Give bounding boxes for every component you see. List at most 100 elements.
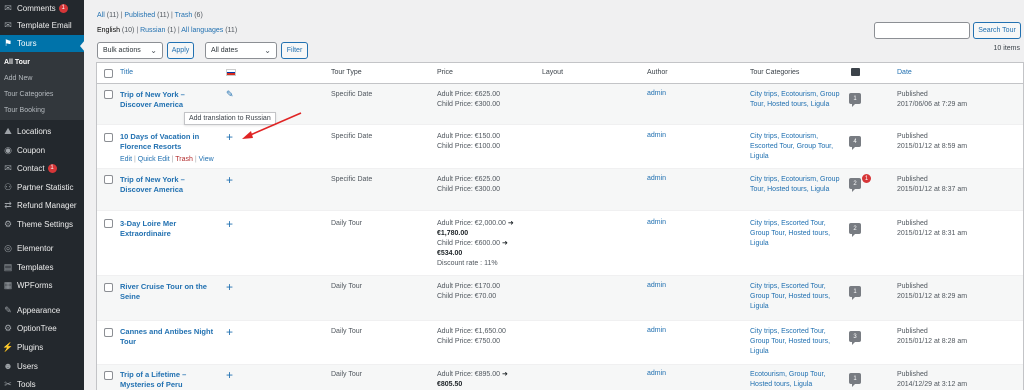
bulk-actions-select[interactable]: Bulk actions ⌄ bbox=[97, 42, 163, 59]
lang-russian-link[interactable]: Russian (1) bbox=[140, 27, 176, 34]
row-action-trash[interactable]: Trash bbox=[175, 156, 193, 163]
date-value: 2017/06/06 at 7:29 am bbox=[897, 101, 968, 108]
filter-published-link[interactable]: Published (11) bbox=[124, 12, 169, 19]
submenu-tour-categories[interactable]: Tour Categories bbox=[4, 91, 53, 98]
sidebar-item-plugins[interactable]: ⚡ Plugins bbox=[0, 339, 84, 356]
add-translation-plus-icon[interactable]: + bbox=[226, 281, 233, 293]
table-header: Title Tour Type Price Layout Author Tour… bbox=[97, 63, 1023, 84]
row-checkbox[interactable] bbox=[104, 328, 113, 337]
filter-trash-link[interactable]: Trash (6) bbox=[175, 12, 203, 19]
sidebar-item-partner-statistic[interactable]: ⚇ Partner Statistic bbox=[0, 179, 84, 196]
sidebar-item-tools[interactable]: ✂ Tools bbox=[0, 376, 84, 390]
add-translation-plus-icon[interactable]: + bbox=[226, 369, 233, 381]
category-link[interactable]: Tour, Hosted tours, Ligula bbox=[750, 101, 829, 108]
filter-button[interactable]: Filter bbox=[281, 42, 308, 59]
sidebar-item-template-email[interactable]: ✉ Template Email bbox=[0, 17, 84, 34]
author-link[interactable]: admin bbox=[647, 370, 666, 377]
sidebar-item-users[interactable]: ☻ Users bbox=[0, 358, 84, 375]
category-link[interactable]: City trips, Escorted Tour, bbox=[750, 283, 826, 290]
edit-translation-icon[interactable]: ✎ bbox=[226, 89, 234, 100]
sidebar-item-comments[interactable]: ✉ Comments 1 bbox=[0, 0, 84, 17]
submenu-add-new[interactable]: Add New bbox=[4, 75, 32, 82]
row-checkbox[interactable] bbox=[104, 283, 113, 292]
row-action-view[interactable]: View bbox=[199, 156, 214, 163]
category-link[interactable]: Tour, Hosted tours, Ligula bbox=[750, 186, 829, 193]
category-link[interactable]: Ligula bbox=[750, 303, 769, 310]
tour-title-link[interactable]: 10 Days of Vacation in Florence Resorts bbox=[120, 132, 199, 152]
lang-all-link[interactable]: All languages (11) bbox=[181, 27, 237, 34]
category-link[interactable]: City trips, Escorted Tour, bbox=[750, 220, 826, 227]
sidebar-item-tours[interactable]: ⚑ Tours bbox=[0, 35, 84, 52]
sidebar-item-elementor[interactable]: ◎ Elementor bbox=[0, 240, 84, 257]
submenu-tour-booking[interactable]: Tour Booking bbox=[4, 107, 45, 114]
category-link[interactable]: City trips, Ecotourism, Group bbox=[750, 91, 839, 98]
add-translation-plus-icon[interactable]: + bbox=[226, 174, 233, 186]
column-title[interactable]: Title bbox=[120, 69, 133, 76]
search-input[interactable] bbox=[874, 22, 970, 39]
search-tour-button[interactable]: Search Tour bbox=[973, 22, 1021, 39]
tour-title-link[interactable]: Trip of a Lifetime – Mysteries of Peru bbox=[120, 370, 186, 390]
sidebar-item-theme-settings[interactable]: ⚙ Theme Settings bbox=[0, 216, 84, 233]
submenu-all-tour[interactable]: All Tour bbox=[4, 59, 30, 66]
row-checkbox[interactable] bbox=[104, 133, 113, 142]
comment-count-bubble[interactable]: 1 bbox=[849, 373, 861, 387]
row-checkbox[interactable] bbox=[104, 219, 113, 228]
add-translation-plus-icon[interactable]: + bbox=[226, 326, 233, 338]
author-link[interactable]: admin bbox=[647, 219, 666, 226]
comment-count-bubble[interactable]: 3 bbox=[849, 331, 861, 345]
row-checkbox[interactable] bbox=[104, 175, 113, 184]
lang-english-link[interactable]: English (10) bbox=[97, 27, 134, 34]
categories-cell: City trips, Ecotourism, Group Tour, Host… bbox=[750, 90, 850, 110]
comment-count-bubble[interactable]: 1 bbox=[849, 286, 861, 300]
items-count: 10 items bbox=[993, 45, 1020, 52]
row-checkbox[interactable] bbox=[104, 90, 113, 99]
sidebar-item-contact[interactable]: ✉ Contact 1 bbox=[0, 160, 84, 177]
category-link[interactable]: Group Tour, Hosted tours, bbox=[750, 338, 830, 345]
author-link[interactable]: admin bbox=[647, 132, 666, 139]
table-row: Cannes and Antibes Night Tour + Daily To… bbox=[97, 321, 1023, 365]
category-link[interactable]: City trips, Escorted Tour, bbox=[750, 328, 826, 335]
column-date[interactable]: Date bbox=[897, 69, 912, 76]
tour-type: Daily Tour bbox=[331, 283, 362, 290]
author-link[interactable]: admin bbox=[647, 175, 666, 182]
category-link[interactable]: Ecotourism, Group Tour, bbox=[750, 371, 825, 378]
category-link[interactable]: City trips, Ecotourism, bbox=[750, 133, 818, 140]
sidebar-item-templates[interactable]: ▤ Templates bbox=[0, 259, 84, 276]
category-link[interactable]: Escorted Tour, Group Tour, bbox=[750, 143, 833, 150]
category-link[interactable]: City trips, Ecotourism, Group bbox=[750, 176, 839, 183]
author-link[interactable]: admin bbox=[647, 90, 666, 97]
category-link[interactable]: Group Tour, Hosted tours, bbox=[750, 293, 830, 300]
add-translation-plus-icon[interactable]: + bbox=[226, 131, 233, 143]
category-link[interactable]: Group Tour, Hosted tours, bbox=[750, 230, 830, 237]
comment-count-bubble[interactable]: 4 bbox=[849, 136, 861, 150]
category-link[interactable]: Ligula bbox=[750, 153, 769, 160]
row-action-quick-edit[interactable]: Quick Edit bbox=[138, 156, 170, 163]
select-all-checkbox[interactable] bbox=[104, 69, 113, 78]
sidebar-item-locations[interactable]: ⛰ Locations bbox=[0, 123, 84, 140]
author-link[interactable]: admin bbox=[647, 327, 666, 334]
filter-all-link[interactable]: All (11) bbox=[97, 12, 119, 19]
tour-title-link[interactable]: River Cruise Tour on the Seine bbox=[120, 282, 207, 302]
comment-count-bubble[interactable]: 2 bbox=[849, 223, 861, 237]
author-link[interactable]: admin bbox=[647, 282, 666, 289]
sidebar-item-appearance[interactable]: ✎ Appearance bbox=[0, 302, 84, 319]
tour-title-link[interactable]: Trip of New York – Discover America bbox=[120, 175, 185, 195]
tour-title-link[interactable]: Cannes and Antibes Night Tour bbox=[120, 327, 213, 347]
plugins-icon: ⚡ bbox=[2, 342, 14, 352]
sidebar-item-optiontree[interactable]: ⚙ OptionTree bbox=[0, 320, 84, 337]
apply-button[interactable]: Apply bbox=[167, 42, 194, 59]
row-checkbox[interactable] bbox=[104, 371, 113, 380]
sidebar-item-refund-manager[interactable]: ⇄ Refund Manager bbox=[0, 197, 84, 214]
tour-title-link[interactable]: Trip of New York – Discover America bbox=[120, 90, 185, 110]
add-translation-plus-icon[interactable]: + bbox=[226, 218, 233, 230]
sidebar-item-wpforms[interactable]: ▦ WPForms bbox=[0, 277, 84, 294]
sidebar-item-coupon[interactable]: ◉ Coupon bbox=[0, 142, 84, 159]
comment-count-bubble[interactable]: 1 bbox=[849, 93, 861, 107]
row-action-edit[interactable]: Edit bbox=[120, 156, 132, 163]
category-link[interactable]: Ligula bbox=[750, 240, 769, 247]
dates-select[interactable]: All dates ⌄ bbox=[205, 42, 277, 59]
tour-title-link[interactable]: 3-Day Loire Mer Extraordinaire bbox=[120, 219, 176, 239]
category-link[interactable]: Hosted tours, Ligula bbox=[750, 381, 812, 388]
category-link[interactable]: Ligula bbox=[750, 348, 769, 355]
comment-count-bubble[interactable]: 2 bbox=[849, 178, 861, 192]
